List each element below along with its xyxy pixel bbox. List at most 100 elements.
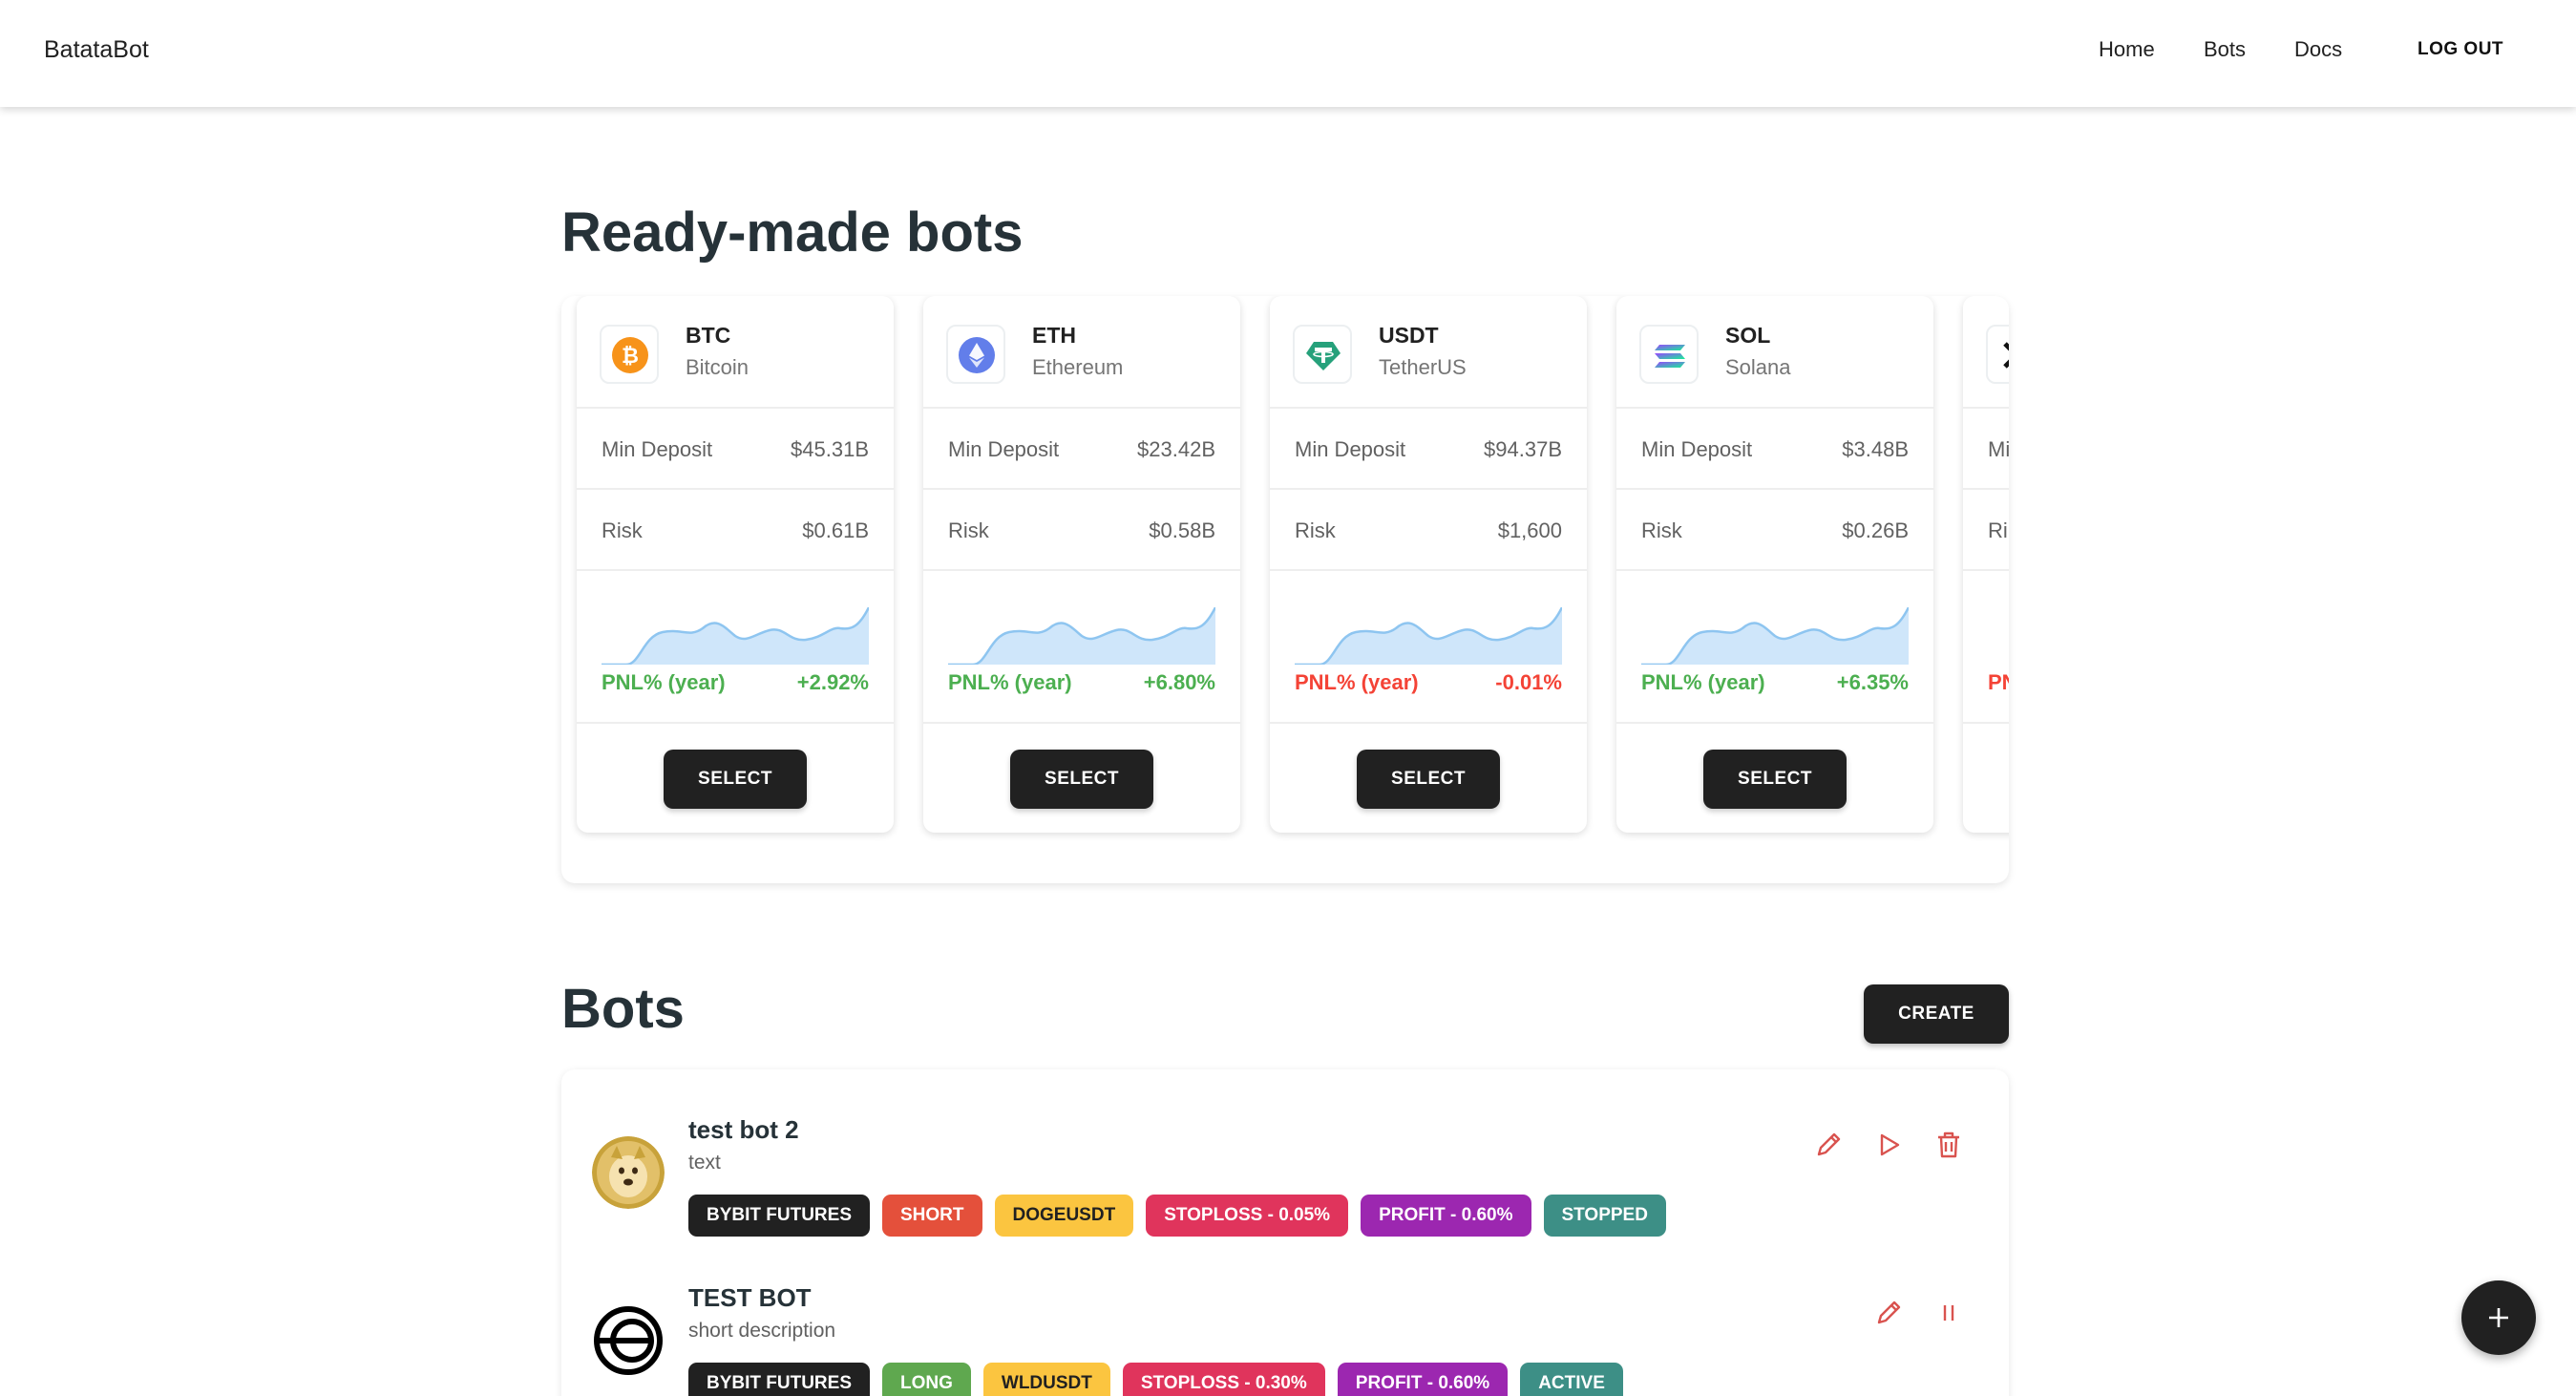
min-deposit-value: $45.31B (791, 437, 869, 461)
min-deposit-label: Mi (1988, 437, 2009, 461)
add-icon[interactable] (2461, 1280, 2536, 1355)
profit-chip: PROFIT - 0.60% (1361, 1195, 1531, 1237)
pnl-sparkline: PN (1963, 573, 2009, 724)
nav-bots[interactable]: Bots (2204, 37, 2246, 62)
edit-icon[interactable] (1869, 1293, 1909, 1333)
status-chip: STOPPED (1543, 1195, 1666, 1237)
coin-name: Solana (1725, 355, 1791, 379)
risk-label: Risk (602, 518, 643, 542)
edit-icon[interactable] (1808, 1125, 1848, 1165)
min-deposit-row: Min Deposit $23.42B (923, 409, 1240, 490)
profit-chip: PROFIT - 0.60% (1337, 1363, 1509, 1396)
pnl-sparkline: PNL% (year) -0.01% (1270, 573, 1587, 724)
min-deposit-value: $94.37B (1484, 437, 1562, 461)
risk-value: $1,600 (1497, 518, 1562, 542)
risk-label: Risk (1295, 518, 1336, 542)
bot-tags: BYBIT FUTURES LONG WLDUSDT STOPLOSS - 0.… (688, 1363, 1623, 1396)
min-deposit-label: Min Deposit (602, 437, 713, 461)
worldcoin-avatar (592, 1304, 665, 1377)
risk-row: Risk $0.61B (577, 490, 894, 571)
exchange-chip: BYBIT FUTURES (688, 1363, 870, 1396)
coin-symbol: BTC (686, 323, 731, 348)
ethereum-icon (946, 325, 1005, 384)
nav-home[interactable]: Home (2099, 37, 2155, 62)
risk-value: $0.26B (1842, 518, 1909, 542)
risk-label: Risk (948, 518, 989, 542)
coin-symbol: USDT (1379, 323, 1439, 348)
pnl-sparkline: PNL% (year) +6.80% (923, 573, 1240, 724)
sparkline-graph (1295, 607, 1562, 665)
card-header (1963, 296, 2009, 409)
play-icon[interactable] (1869, 1125, 1909, 1165)
pnl-label: PNL% (year) (1295, 670, 1419, 694)
delete-icon[interactable] (1929, 1125, 1969, 1165)
coin-symbol: SOL (1725, 323, 1771, 348)
min-deposit-label: Min Deposit (1641, 437, 1753, 461)
pause-icon[interactable] (1929, 1293, 1969, 1333)
pnl-value: +6.80% (1143, 670, 1215, 694)
select-button[interactable]: SELECT (1010, 750, 1153, 809)
card-header: ETH Ethereum (923, 296, 1240, 409)
pair-chip: DOGEUSDT (994, 1195, 1134, 1237)
bot-name: test bot 2 (688, 1115, 799, 1144)
stoploss-chip: STOPLOSS - 0.05% (1146, 1195, 1349, 1237)
min-deposit-label: Min Deposit (948, 437, 1060, 461)
min-deposit-row: Min Deposit $45.31B (577, 409, 894, 490)
card-header: USDT TetherUS (1270, 296, 1587, 409)
coin-name: Ethereum (1032, 355, 1124, 379)
min-deposit-row: Min Deposit $3.48B (1616, 409, 1933, 490)
pnl-sparkline: PNL% (year) +6.35% (1616, 573, 1933, 724)
select-button[interactable]: SELECT (664, 750, 807, 809)
bots-title: Bots (561, 978, 685, 1040)
direction-chip: SHORT (882, 1195, 982, 1237)
tether-icon (1293, 325, 1352, 384)
min-deposit-row: Mi (1963, 409, 2009, 490)
direction-chip: LONG (882, 1363, 971, 1396)
bot-description: text (688, 1152, 721, 1174)
bot-card-partial: Mi Ri PN (1963, 296, 2009, 833)
stoploss-chip: STOPLOSS - 0.30% (1122, 1363, 1325, 1396)
bot-tags: BYBIT FUTURES SHORT DOGEUSDT STOPLOSS - … (688, 1195, 1666, 1237)
coin-name: Bitcoin (686, 355, 750, 379)
create-button[interactable]: CREATE (1864, 984, 2009, 1044)
risk-row: Risk $0.26B (1616, 490, 1933, 571)
sparkline-graph (1641, 607, 1909, 665)
risk-row: Risk $1,600 (1270, 490, 1587, 571)
pnl-value: +2.92% (796, 670, 869, 694)
pnl-label: PNL% (year) (602, 670, 726, 694)
select-button[interactable]: SELECT (1357, 750, 1500, 809)
min-deposit-row: Min Deposit $94.37B (1270, 409, 1587, 490)
ready-made-carousel[interactable]: ₿ BTC Bitcoin Min Deposit $45.31B Risk $… (561, 296, 2009, 883)
pnl-sparkline: PNL% (year) +2.92% (577, 573, 894, 724)
app-bar: BatataBot Home Bots Docs LOG OUT (0, 0, 2576, 107)
coin-symbol: ETH (1032, 323, 1076, 348)
x-coin-icon (1986, 325, 2009, 384)
bot-item: test bot 2 text BYBIT FUTURES SHORT DOGE… (561, 1089, 2009, 1251)
bot-description: short description (688, 1320, 836, 1342)
pnl-value: +6.35% (1836, 670, 1909, 694)
risk-row: Risk $0.58B (923, 490, 1240, 571)
doge-avatar (592, 1136, 665, 1209)
bot-card-eth: ETH Ethereum Min Deposit $23.42B Risk $0… (923, 296, 1240, 833)
status-chip: ACTIVE (1520, 1363, 1623, 1396)
sparkline-graph (948, 607, 1215, 665)
pnl-label: PNL% (year) (1641, 670, 1765, 694)
pair-chip: WLDUSDT (982, 1363, 1110, 1396)
brand-logo[interactable]: BatataBot (44, 36, 149, 64)
risk-label: Risk (1641, 518, 1682, 542)
risk-value: $0.61B (802, 518, 869, 542)
pnl-label: PNL% (year) (948, 670, 1072, 694)
pnl-value: -0.01% (1495, 670, 1562, 694)
card-header: SOL Solana (1616, 296, 1933, 409)
select-button[interactable]: SELECT (1703, 750, 1847, 809)
exchange-chip: BYBIT FUTURES (688, 1195, 870, 1237)
min-deposit-value: $23.42B (1137, 437, 1215, 461)
logout-button[interactable]: LOG OUT (2398, 31, 2523, 69)
bot-card-usdt: USDT TetherUS Min Deposit $94.37B Risk $… (1270, 296, 1587, 833)
min-deposit-value: $3.48B (1842, 437, 1909, 461)
sparkline-graph (602, 607, 869, 665)
svg-text:₿: ₿ (622, 345, 639, 369)
risk-row: Ri (1963, 490, 2009, 571)
nav-docs[interactable]: Docs (2294, 37, 2342, 62)
bot-name: TEST BOT (688, 1283, 812, 1312)
